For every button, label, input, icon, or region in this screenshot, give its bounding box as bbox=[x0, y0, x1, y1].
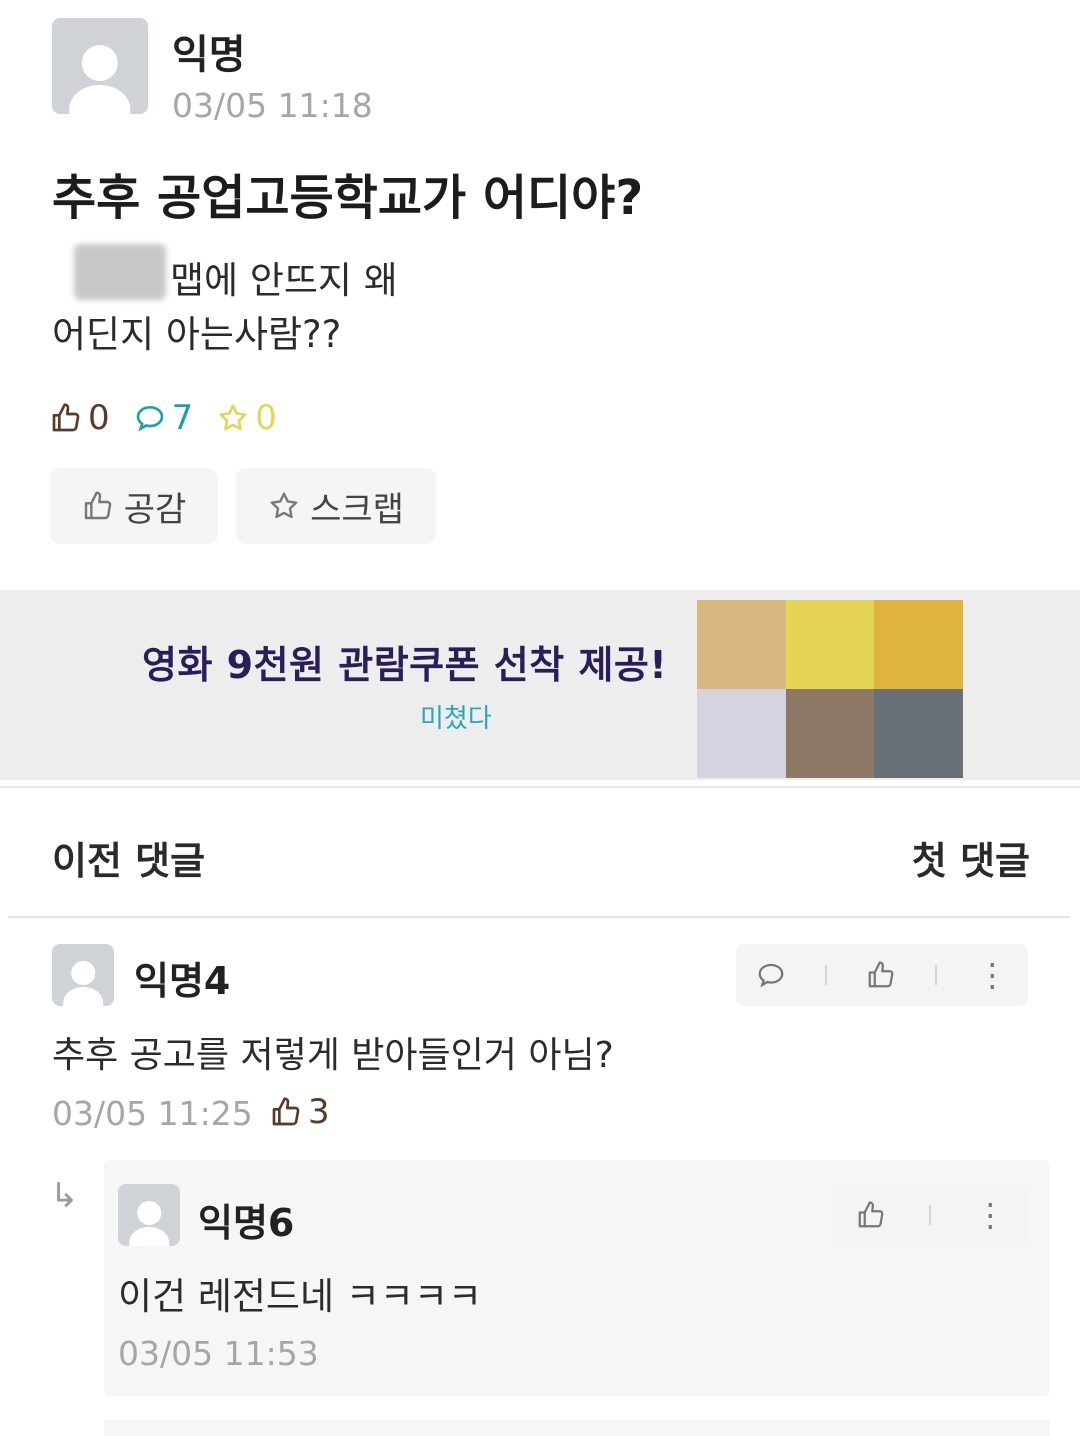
more-vertical-icon[interactable]: ⋮ bbox=[974, 1199, 1006, 1231]
mosaic-tile bbox=[874, 689, 963, 778]
first-comment-link[interactable]: 첫 댓글 bbox=[912, 830, 1030, 885]
thumbs-up-icon bbox=[50, 402, 82, 434]
thumbs-up-icon bbox=[82, 490, 114, 522]
comment-text: 추후 공고를 저렇게 받아들인거 아님? bbox=[52, 1035, 614, 1076]
comment-like-value: 3 bbox=[308, 1092, 330, 1132]
star-icon bbox=[268, 490, 300, 522]
divider bbox=[0, 786, 1080, 788]
like-count-stat: 0 bbox=[50, 398, 110, 438]
star-icon bbox=[217, 402, 249, 434]
comment-count-stat: 7 bbox=[134, 398, 194, 438]
like-count: 0 bbox=[88, 398, 110, 438]
comment-author-name: 익명4 bbox=[134, 959, 231, 1003]
scrap-button[interactable]: 스크랩 bbox=[236, 468, 436, 544]
scrap-count-stat: 0 bbox=[217, 398, 277, 438]
post-title: 추후 공업고등학교가 어디야? bbox=[52, 170, 644, 226]
mosaic-tile bbox=[874, 600, 963, 689]
thumbs-up-icon[interactable] bbox=[856, 1200, 886, 1230]
comment-count: 7 bbox=[171, 398, 194, 438]
mosaic-tile bbox=[697, 689, 786, 778]
comment-action-bar: ⋮ bbox=[736, 944, 1028, 1006]
divider bbox=[8, 916, 1070, 918]
post-body: 맵에 안뜨지 왜 어딘지 아는사람?? bbox=[52, 254, 398, 362]
like-button[interactable]: 공감 bbox=[50, 468, 218, 544]
separator bbox=[928, 1205, 931, 1225]
mosaic-tile bbox=[697, 600, 786, 689]
next-reply-container-edge bbox=[104, 1420, 1050, 1436]
ad-subtitle: 미쳤다 bbox=[420, 704, 492, 734]
comment-author-avatar bbox=[52, 944, 114, 1006]
prev-comments-link[interactable]: 이전 댓글 bbox=[52, 830, 205, 885]
ad-banner[interactable]: 영화 9천원 관람쿠폰 선착 제공! 미쳤다 bbox=[0, 590, 1080, 780]
scrap-button-label: 스크랩 bbox=[310, 489, 404, 530]
post-author-name: 익명 bbox=[172, 32, 246, 78]
post-timestamp: 03/05 11:18 bbox=[172, 86, 373, 125]
post-body-line-2: 어딘지 아는사람?? bbox=[52, 313, 342, 356]
reply-author-name: 익명6 bbox=[198, 1201, 295, 1245]
ad-title: 영화 9천원 관람쿠폰 선착 제공! bbox=[142, 643, 668, 687]
like-button-label: 공감 bbox=[123, 489, 187, 530]
separator bbox=[935, 965, 938, 985]
mosaic-tile bbox=[785, 689, 875, 778]
ad-image-mosaic bbox=[697, 600, 963, 778]
post-stats: 0 7 0 bbox=[50, 398, 277, 438]
post-body-line-1: 맵에 안뜨지 왜 bbox=[170, 259, 398, 302]
reply-text: 이건 레전드네 ㅋㅋㅋㅋ bbox=[118, 1275, 482, 1318]
comment-bubble-icon bbox=[134, 402, 166, 434]
thumbs-up-icon[interactable] bbox=[866, 960, 896, 990]
mosaic-tile bbox=[785, 600, 875, 689]
separator bbox=[824, 965, 827, 985]
scrap-count: 0 bbox=[255, 398, 277, 438]
reply-arrow-icon: ↳ bbox=[50, 1176, 79, 1216]
more-vertical-icon[interactable]: ⋮ bbox=[976, 959, 1008, 991]
reply-comment-icon[interactable] bbox=[756, 960, 786, 990]
reply-author-avatar bbox=[118, 1184, 180, 1246]
reply-action-bar: ⋮ bbox=[834, 1184, 1028, 1246]
post-author-avatar bbox=[52, 18, 148, 114]
thumbs-up-icon bbox=[270, 1096, 302, 1128]
reply-timestamp: 03/05 11:53 bbox=[118, 1334, 319, 1373]
comment-timestamp: 03/05 11:25 bbox=[52, 1094, 253, 1133]
comment-like-count: 3 bbox=[270, 1092, 330, 1132]
